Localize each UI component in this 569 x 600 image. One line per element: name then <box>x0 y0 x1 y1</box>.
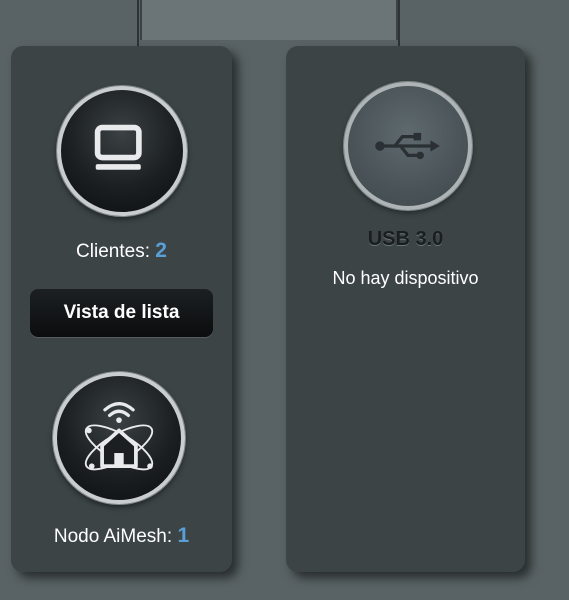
aimesh-button[interactable] <box>53 372 185 504</box>
top-network-map-tab <box>140 0 398 40</box>
clients-label-row: Clientes: 2 <box>11 239 232 263</box>
usb-panel: USB 3.0 No hay dispositivo <box>286 46 525 572</box>
connector-line-right <box>398 0 400 46</box>
aimesh-label-row: Nodo AiMesh: 1 <box>11 524 232 548</box>
aimesh-label: Nodo AiMesh: <box>53 526 173 547</box>
clients-button[interactable] <box>57 86 187 216</box>
monitor-icon <box>94 124 142 170</box>
clients-panel: Clientes: 2 Vista de lista Nodo AiMesh: … <box>11 46 232 572</box>
clients-count[interactable]: 2 <box>155 239 167 262</box>
usb-button[interactable] <box>344 82 472 210</box>
aimesh-count[interactable]: 1 <box>177 524 189 547</box>
usb-title: USB 3.0 <box>367 228 444 250</box>
usb-status: No hay dispositivo <box>332 268 479 288</box>
usb-icon <box>375 132 440 160</box>
clients-label: Clientes: <box>76 241 150 262</box>
aimesh-home-icon <box>84 402 154 471</box>
connector-line-left <box>137 0 139 46</box>
list-view-button[interactable]: Vista de lista <box>30 289 213 337</box>
